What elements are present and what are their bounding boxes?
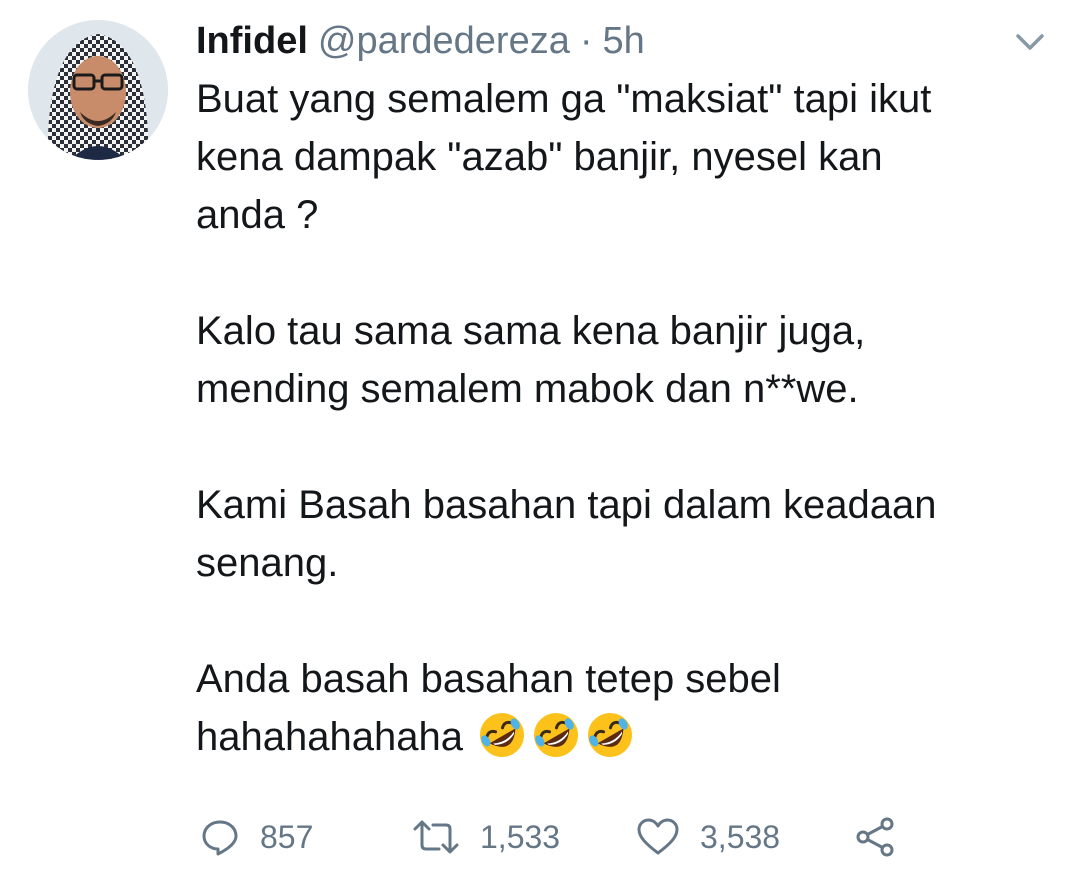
avatar[interactable] — [28, 20, 168, 160]
rolling-on-floor-laughing-emoji — [479, 713, 524, 757]
tweet-paragraph: Kalo tau sama sama kena banjir juga, men… — [196, 302, 1056, 418]
timestamp[interactable]: 5h — [603, 14, 645, 68]
rolling-on-floor-laughing-emoji — [533, 713, 578, 757]
tweet-line: kena dampak "azab" banjir, nyesel kan — [196, 135, 883, 179]
like-count: 3,538 — [700, 818, 781, 855]
tweet-action-bar: 857 1,533 3,538 — [196, 812, 1056, 862]
tweet-paragraph: Anda basah basahan tetep sebel hahahahah… — [196, 650, 1056, 766]
reply-count: 857 — [260, 818, 314, 855]
avatar-image — [28, 20, 168, 160]
heart-icon — [637, 818, 679, 855]
tweet-line: Anda basah basahan tetep sebel — [196, 657, 781, 701]
tweet-line: mending semalem mabok dan n**we. — [196, 367, 859, 411]
tweet-card[interactable]: Infidel @pardedereza · 5h Buat yang sema… — [0, 0, 1067, 878]
tweet-line: senang. — [196, 541, 339, 585]
separator-dot: · — [579, 20, 593, 62]
reply-icon — [202, 820, 238, 856]
tweet-paragraph: Kami Basah basahan tapi dalam keadaan se… — [196, 476, 1056, 592]
chevron-down-icon — [1016, 34, 1044, 50]
retweet-count: 1,533 — [480, 818, 561, 855]
tweet-line: anda ? — [196, 193, 319, 237]
user-handle[interactable]: @pardedereza — [318, 14, 570, 68]
display-name[interactable]: Infidel — [196, 14, 308, 68]
tweet-menu-button[interactable] — [1010, 28, 1050, 58]
rolling-on-floor-laughing-emoji — [587, 713, 632, 757]
retweet-button[interactable]: 1,533 — [412, 812, 560, 862]
retweet-icon — [413, 820, 459, 854]
share-button[interactable] — [854, 812, 898, 862]
tweet-text: Buat yang semalem ga "maksiat" tapi ikut… — [196, 70, 1056, 766]
like-button[interactable]: 3,538 — [636, 812, 780, 862]
tweet-line: Kalo tau sama sama kena banjir juga, — [196, 309, 866, 353]
tweet-line: Kami Basah basahan tapi dalam keadaan — [196, 483, 937, 527]
emoji-group — [477, 710, 635, 760]
tweet-line: hahahahahaha — [196, 715, 463, 759]
tweet-line: Buat yang semalem ga "maksiat" tapi ikut — [196, 77, 932, 121]
tweet-header: Infidel @pardedereza · 5h — [196, 14, 645, 68]
share-icon — [856, 817, 894, 857]
tweet-paragraph: Buat yang semalem ga "maksiat" tapi ikut… — [196, 70, 1056, 244]
reply-button[interactable]: 857 — [200, 812, 313, 862]
